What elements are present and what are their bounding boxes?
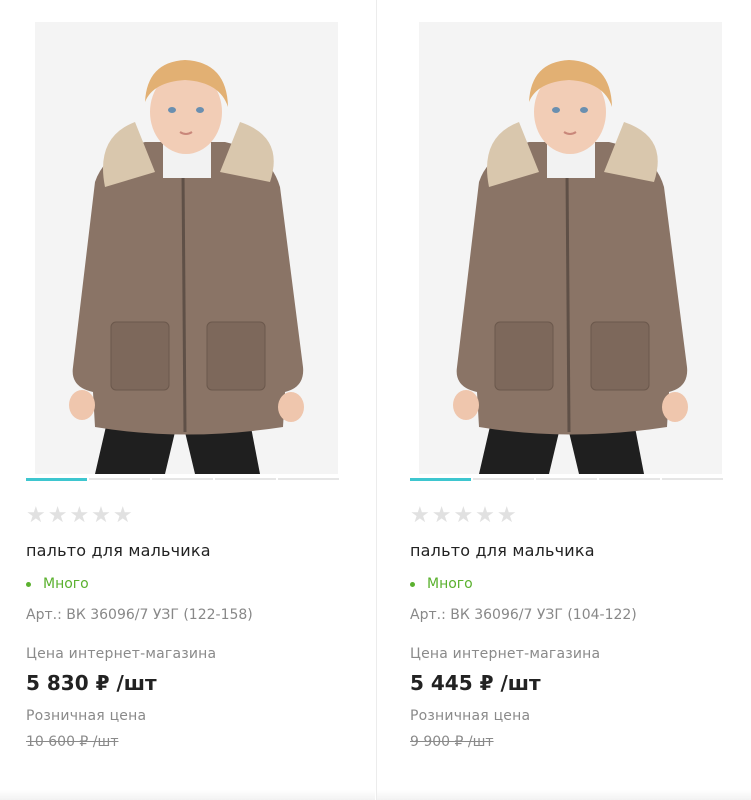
carousel-dot[interactable] — [278, 478, 339, 480]
retail-price: 10 600 ₽ /шт — [26, 734, 119, 750]
carousel-dot[interactable] — [26, 478, 87, 481]
carousel-dot[interactable] — [599, 478, 660, 480]
price-label: Цена интернет-магазина — [26, 646, 217, 662]
rating-stars[interactable]: ★★★★★ — [410, 503, 519, 529]
stock-dot-icon — [26, 581, 31, 587]
product-sku: Арт.: ВК 36096/7 УЗГ (104-122) — [410, 607, 637, 623]
image-carousel-dots[interactable] — [26, 478, 339, 481]
card-divider — [0, 790, 375, 800]
product-card[interactable]: ★★★★★ пальто для мальчика Много Арт.: ВК… — [376, 0, 751, 800]
stock-dot-icon — [410, 581, 415, 587]
carousel-dot[interactable] — [152, 478, 213, 480]
carousel-dot[interactable] — [215, 478, 276, 480]
carousel-dot[interactable] — [473, 478, 534, 480]
price: 5 445 ₽ /шт — [410, 671, 541, 695]
card-divider — [377, 790, 751, 800]
retail-price-label: Розничная цена — [410, 708, 531, 724]
carousel-dot[interactable] — [410, 478, 471, 481]
carousel-dot[interactable] — [662, 478, 723, 480]
retail-price-label: Розничная цена — [26, 708, 147, 724]
stock-label: Много — [427, 576, 473, 592]
product-title[interactable]: пальто для мальчика — [410, 541, 595, 560]
stock-status: Много — [410, 576, 473, 592]
stock-status: Много — [26, 576, 89, 592]
carousel-dot[interactable] — [536, 478, 597, 480]
product-title[interactable]: пальто для мальчика — [26, 541, 211, 560]
image-carousel-dots[interactable] — [410, 478, 723, 481]
product-image[interactable] — [35, 22, 338, 474]
product-image[interactable] — [419, 22, 722, 474]
product-sku: Арт.: ВК 36096/7 УЗГ (122-158) — [26, 607, 253, 623]
stock-label: Много — [43, 576, 89, 592]
carousel-dot[interactable] — [89, 478, 150, 480]
product-card[interactable]: ★★★★★ пальто для мальчика Много Арт.: ВК… — [0, 0, 375, 800]
retail-price: 9 900 ₽ /шт — [410, 734, 494, 750]
rating-stars[interactable]: ★★★★★ — [26, 503, 135, 529]
price: 5 830 ₽ /шт — [26, 671, 157, 695]
price-label: Цена интернет-магазина — [410, 646, 601, 662]
